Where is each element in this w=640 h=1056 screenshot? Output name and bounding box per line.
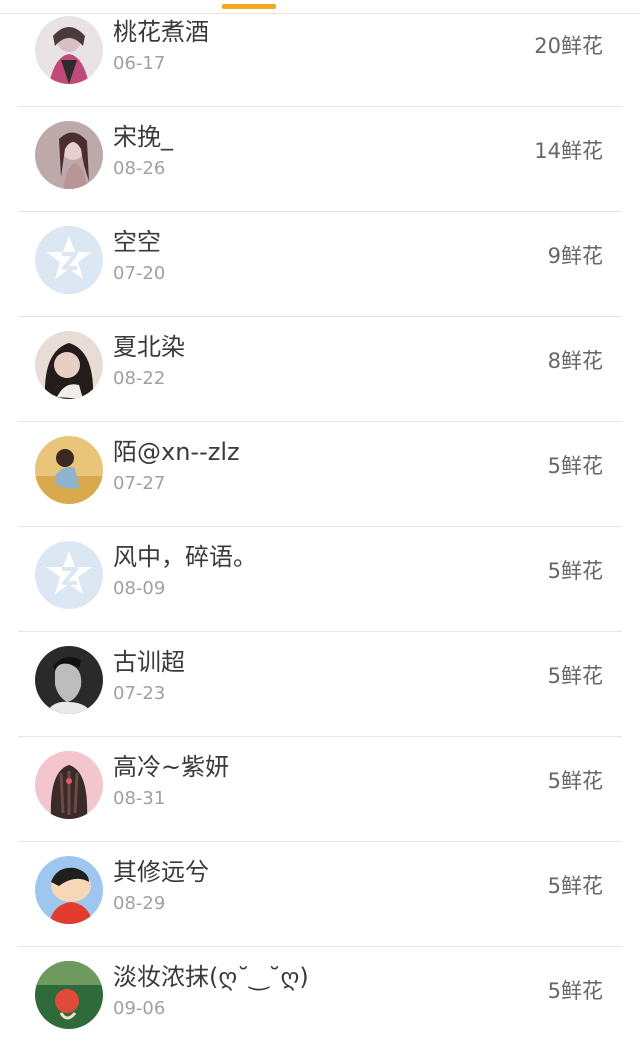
user-date: 08-26 bbox=[113, 158, 166, 179]
user-date: 07-27 bbox=[113, 473, 166, 494]
default-avatar-icon[interactable] bbox=[35, 226, 103, 294]
list-item[interactable]: 夏北染 08-22 8鲜花 bbox=[18, 317, 622, 422]
user-name: 古训超 bbox=[113, 648, 185, 676]
list-item[interactable]: 风中，碎语。 08-09 5鲜花 bbox=[18, 527, 622, 632]
user-name: 宋挽_ bbox=[113, 123, 173, 151]
list-item[interactable]: 其修远兮 08-29 5鲜花 bbox=[18, 842, 622, 947]
user-date: 07-20 bbox=[113, 263, 166, 284]
list-item[interactable]: 陌@xn--zlz 07-27 5鲜花 bbox=[18, 422, 622, 527]
default-avatar-icon[interactable] bbox=[35, 541, 103, 609]
user-avatar[interactable] bbox=[35, 331, 103, 399]
user-name: 空空 bbox=[113, 228, 161, 256]
user-avatar[interactable] bbox=[35, 751, 103, 819]
user-name: 陌@xn--zlz bbox=[113, 438, 240, 466]
user-name: 桃花煮酒 bbox=[113, 18, 209, 46]
user-name: 夏北染 bbox=[113, 333, 185, 361]
flower-count: 20鲜花 bbox=[534, 34, 603, 58]
flower-count: 5鲜花 bbox=[547, 769, 603, 793]
user-avatar[interactable] bbox=[35, 121, 103, 189]
flower-count: 5鲜花 bbox=[547, 454, 603, 478]
list-item[interactable]: 空空 07-20 9鲜花 bbox=[18, 212, 622, 317]
list-item[interactable]: 宋挽_ 08-26 14鲜花 bbox=[18, 107, 622, 212]
flower-count: 8鲜花 bbox=[547, 349, 603, 373]
flower-count: 5鲜花 bbox=[547, 979, 603, 1003]
user-avatar[interactable] bbox=[35, 856, 103, 924]
flower-count: 14鲜花 bbox=[534, 139, 603, 163]
user-date: 08-31 bbox=[113, 788, 166, 809]
user-avatar[interactable] bbox=[35, 961, 103, 1029]
user-name: 高冷~紫妍 bbox=[113, 753, 230, 781]
user-date: 06-17 bbox=[113, 53, 166, 74]
user-date: 08-22 bbox=[113, 368, 166, 389]
user-name: 风中，碎语。 bbox=[113, 543, 257, 571]
flower-count: 5鲜花 bbox=[547, 559, 603, 583]
list-item[interactable]: 淡妆浓抹(ღ˘‿˘ღ) 09-06 5鲜花 bbox=[18, 947, 622, 1052]
user-avatar[interactable] bbox=[35, 646, 103, 714]
user-avatar[interactable] bbox=[35, 16, 103, 84]
user-date: 07-23 bbox=[113, 683, 166, 704]
list-item[interactable]: 高冷~紫妍 08-31 5鲜花 bbox=[18, 737, 622, 842]
user-name: 其修远兮 bbox=[113, 858, 209, 886]
flower-count: 9鲜花 bbox=[547, 244, 603, 268]
user-date: 08-09 bbox=[113, 578, 166, 599]
flower-count: 5鲜花 bbox=[547, 874, 603, 898]
list-item[interactable]: 古训超 07-23 5鲜花 bbox=[18, 632, 622, 737]
list-item[interactable]: 桃花煮酒 06-17 20鲜花 bbox=[18, 2, 622, 107]
user-date: 08-29 bbox=[113, 893, 166, 914]
user-name: 淡妆浓抹(ღ˘‿˘ღ) bbox=[113, 963, 309, 991]
flower-count: 5鲜花 bbox=[547, 664, 603, 688]
user-avatar[interactable] bbox=[35, 436, 103, 504]
user-date: 09-06 bbox=[113, 998, 166, 1019]
